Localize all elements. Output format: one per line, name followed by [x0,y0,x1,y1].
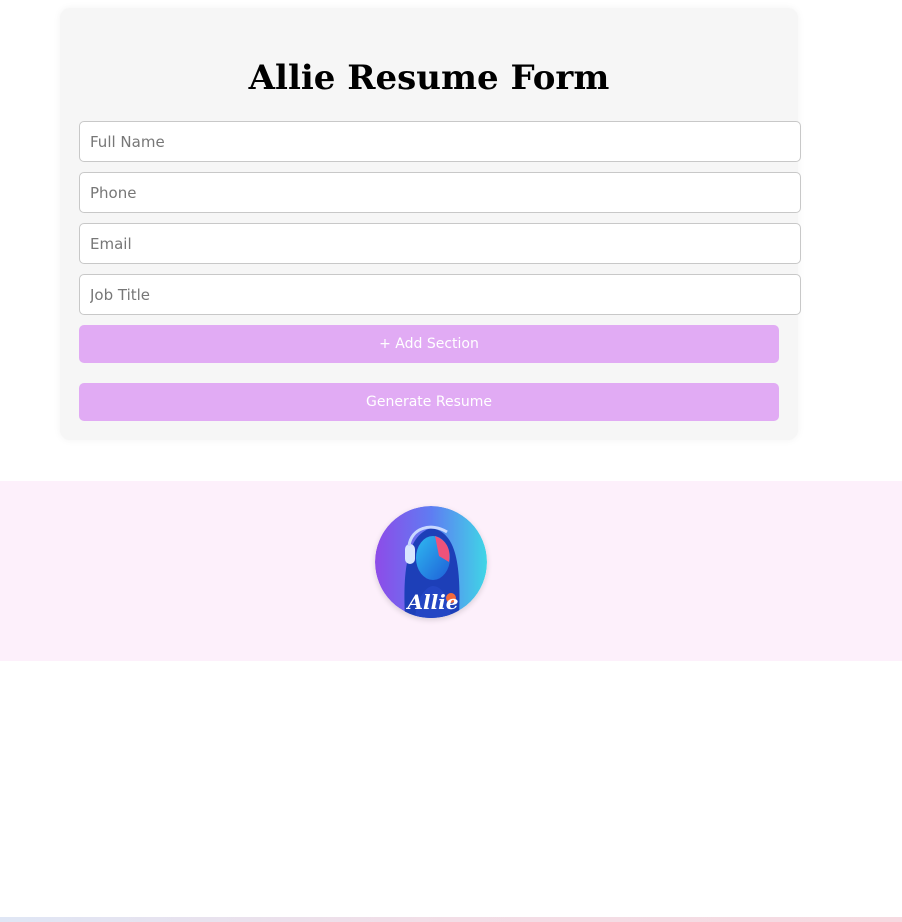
form-title: Allie Resume Form [248,58,610,98]
add-section-button[interactable]: + Add Section [79,325,779,363]
full-name-input[interactable] [79,121,801,162]
generate-resume-button[interactable]: Generate Resume [79,383,779,421]
job-title-input[interactable] [79,274,801,315]
page: Allie Resume Form + Add Section Generate… [0,0,902,922]
allie-avatar-icon: Allie [375,506,487,618]
avatar-text: Allie [405,590,458,614]
email-input[interactable] [79,223,801,264]
bottom-edge-strip [0,917,902,922]
phone-input[interactable] [79,172,801,213]
